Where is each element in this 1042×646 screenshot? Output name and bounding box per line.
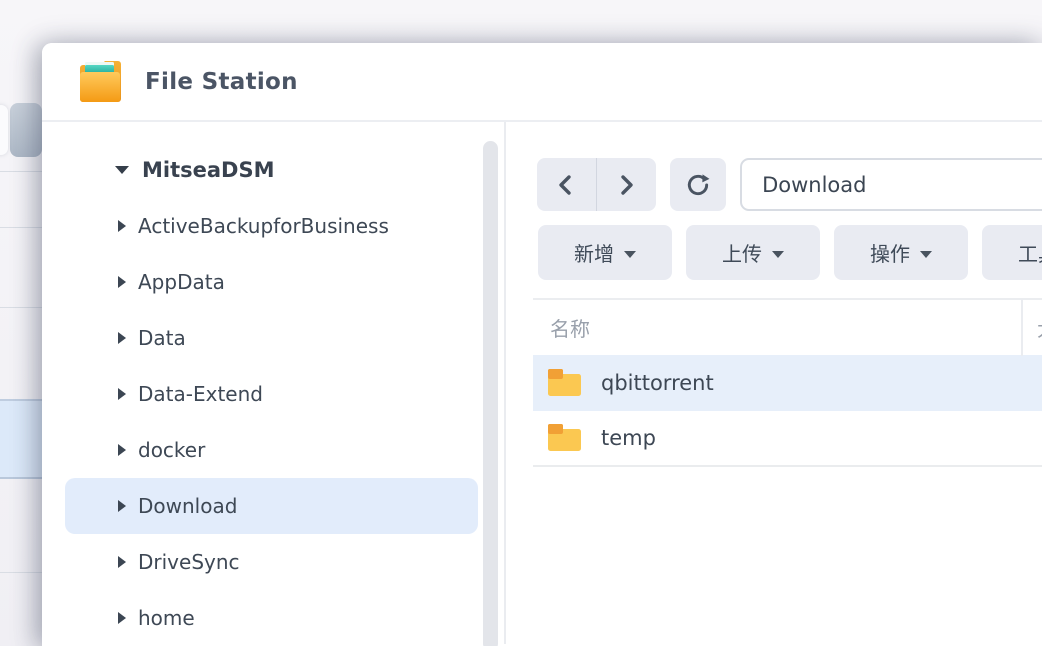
window-title: File Station	[145, 69, 298, 95]
background-selected-row	[0, 399, 42, 479]
background-table-line	[0, 572, 42, 573]
path-input[interactable]	[740, 158, 1042, 211]
refresh-icon	[685, 172, 711, 198]
expand-caret-icon[interactable]	[118, 332, 126, 344]
dropdown-caret-icon	[920, 251, 932, 258]
sidebar-item-data[interactable]: Data	[65, 310, 478, 366]
toolbar-row: 新增 上传 操作 工具	[538, 225, 1042, 280]
file-station-app-icon	[76, 59, 124, 104]
column-header-size[interactable]: 大小	[1023, 313, 1042, 342]
sidebar-item-label: Download	[138, 494, 237, 518]
sidebar-item-label: ActiveBackupforBusiness	[138, 214, 389, 238]
dropdown-caret-icon	[772, 251, 784, 258]
expand-caret-icon[interactable]	[118, 500, 126, 512]
sidebar-item-appdata[interactable]: AppData	[65, 254, 478, 310]
tools-button[interactable]: 工具	[982, 225, 1042, 280]
column-header-name[interactable]: 名称	[533, 313, 1021, 342]
action-button-label: 操作	[870, 238, 910, 267]
file-row-temp[interactable]: temp	[533, 411, 1042, 467]
folder-icon	[548, 424, 581, 452]
expand-caret-icon[interactable]	[118, 444, 126, 456]
back-button[interactable]	[537, 158, 596, 211]
collapse-caret-icon[interactable]	[115, 166, 129, 174]
file-list: 名称 大小 qbittorrent	[533, 298, 1042, 467]
background-table-line	[0, 227, 42, 228]
file-station-window: File Station MitseaDSM ActiveBackupforBu…	[42, 43, 1042, 646]
expand-caret-icon[interactable]	[118, 276, 126, 288]
chevron-left-icon	[556, 174, 576, 196]
upload-button[interactable]: 上传	[686, 225, 820, 280]
upload-button-label: 上传	[722, 238, 762, 267]
expand-caret-icon[interactable]	[118, 556, 126, 568]
chevron-right-icon	[616, 174, 636, 196]
sidebar-item-label: home	[138, 606, 195, 630]
sidebar-item-label: Data	[138, 326, 186, 350]
sidebar-item-label: DriveSync	[138, 550, 240, 574]
tree-root-mitseadsm[interactable]: MitseaDSM	[65, 155, 478, 185]
background-table-line	[0, 171, 42, 172]
sidebar-item-data-extend[interactable]: Data-Extend	[65, 366, 478, 422]
background-table-line	[0, 307, 42, 308]
file-row-qbittorrent[interactable]: qbittorrent	[533, 355, 1042, 411]
action-button[interactable]: 操作	[834, 225, 968, 280]
folder-tree-sidebar: MitseaDSM ActiveBackupforBusiness AppDat…	[42, 122, 505, 644]
sidebar-item-label: Data-Extend	[138, 382, 263, 406]
refresh-button[interactable]	[670, 158, 726, 211]
create-button[interactable]: 新增	[538, 225, 672, 280]
expand-caret-icon[interactable]	[118, 388, 126, 400]
navigation-row	[537, 158, 1042, 211]
sidebar-scrollbar[interactable]	[483, 141, 498, 646]
sidebar-item-docker[interactable]: docker	[65, 422, 478, 478]
create-button-label: 新增	[574, 238, 614, 267]
sidebar-item-label: AppData	[138, 270, 225, 294]
expand-caret-icon[interactable]	[118, 220, 126, 232]
history-button-group	[537, 158, 656, 211]
window-body: MitseaDSM ActiveBackupforBusiness AppDat…	[42, 122, 1042, 644]
expand-caret-icon[interactable]	[118, 612, 126, 624]
window-titlebar: File Station	[42, 43, 1042, 122]
sidebar-item-download[interactable]: Download	[65, 478, 478, 534]
file-name: qbittorrent	[601, 371, 714, 395]
tools-button-label: 工具	[1018, 238, 1042, 267]
sidebar-item-activebackupforbusiness[interactable]: ActiveBackupforBusiness	[65, 198, 478, 254]
forward-button[interactable]	[596, 158, 656, 211]
sidebar-item-label: docker	[138, 438, 205, 462]
background-panel-edge	[0, 105, 8, 155]
main-panel: 新增 上传 操作 工具 名称	[506, 122, 1042, 644]
dropdown-caret-icon	[624, 251, 636, 258]
folder-icon	[548, 369, 581, 397]
sidebar-item-drivesync[interactable]: DriveSync	[65, 534, 478, 590]
file-list-header: 名称 大小	[533, 298, 1042, 355]
file-name: temp	[601, 426, 656, 450]
sidebar-item-home[interactable]: home	[65, 590, 478, 646]
tree-root-label: MitseaDSM	[142, 158, 275, 182]
background-button	[10, 103, 42, 157]
